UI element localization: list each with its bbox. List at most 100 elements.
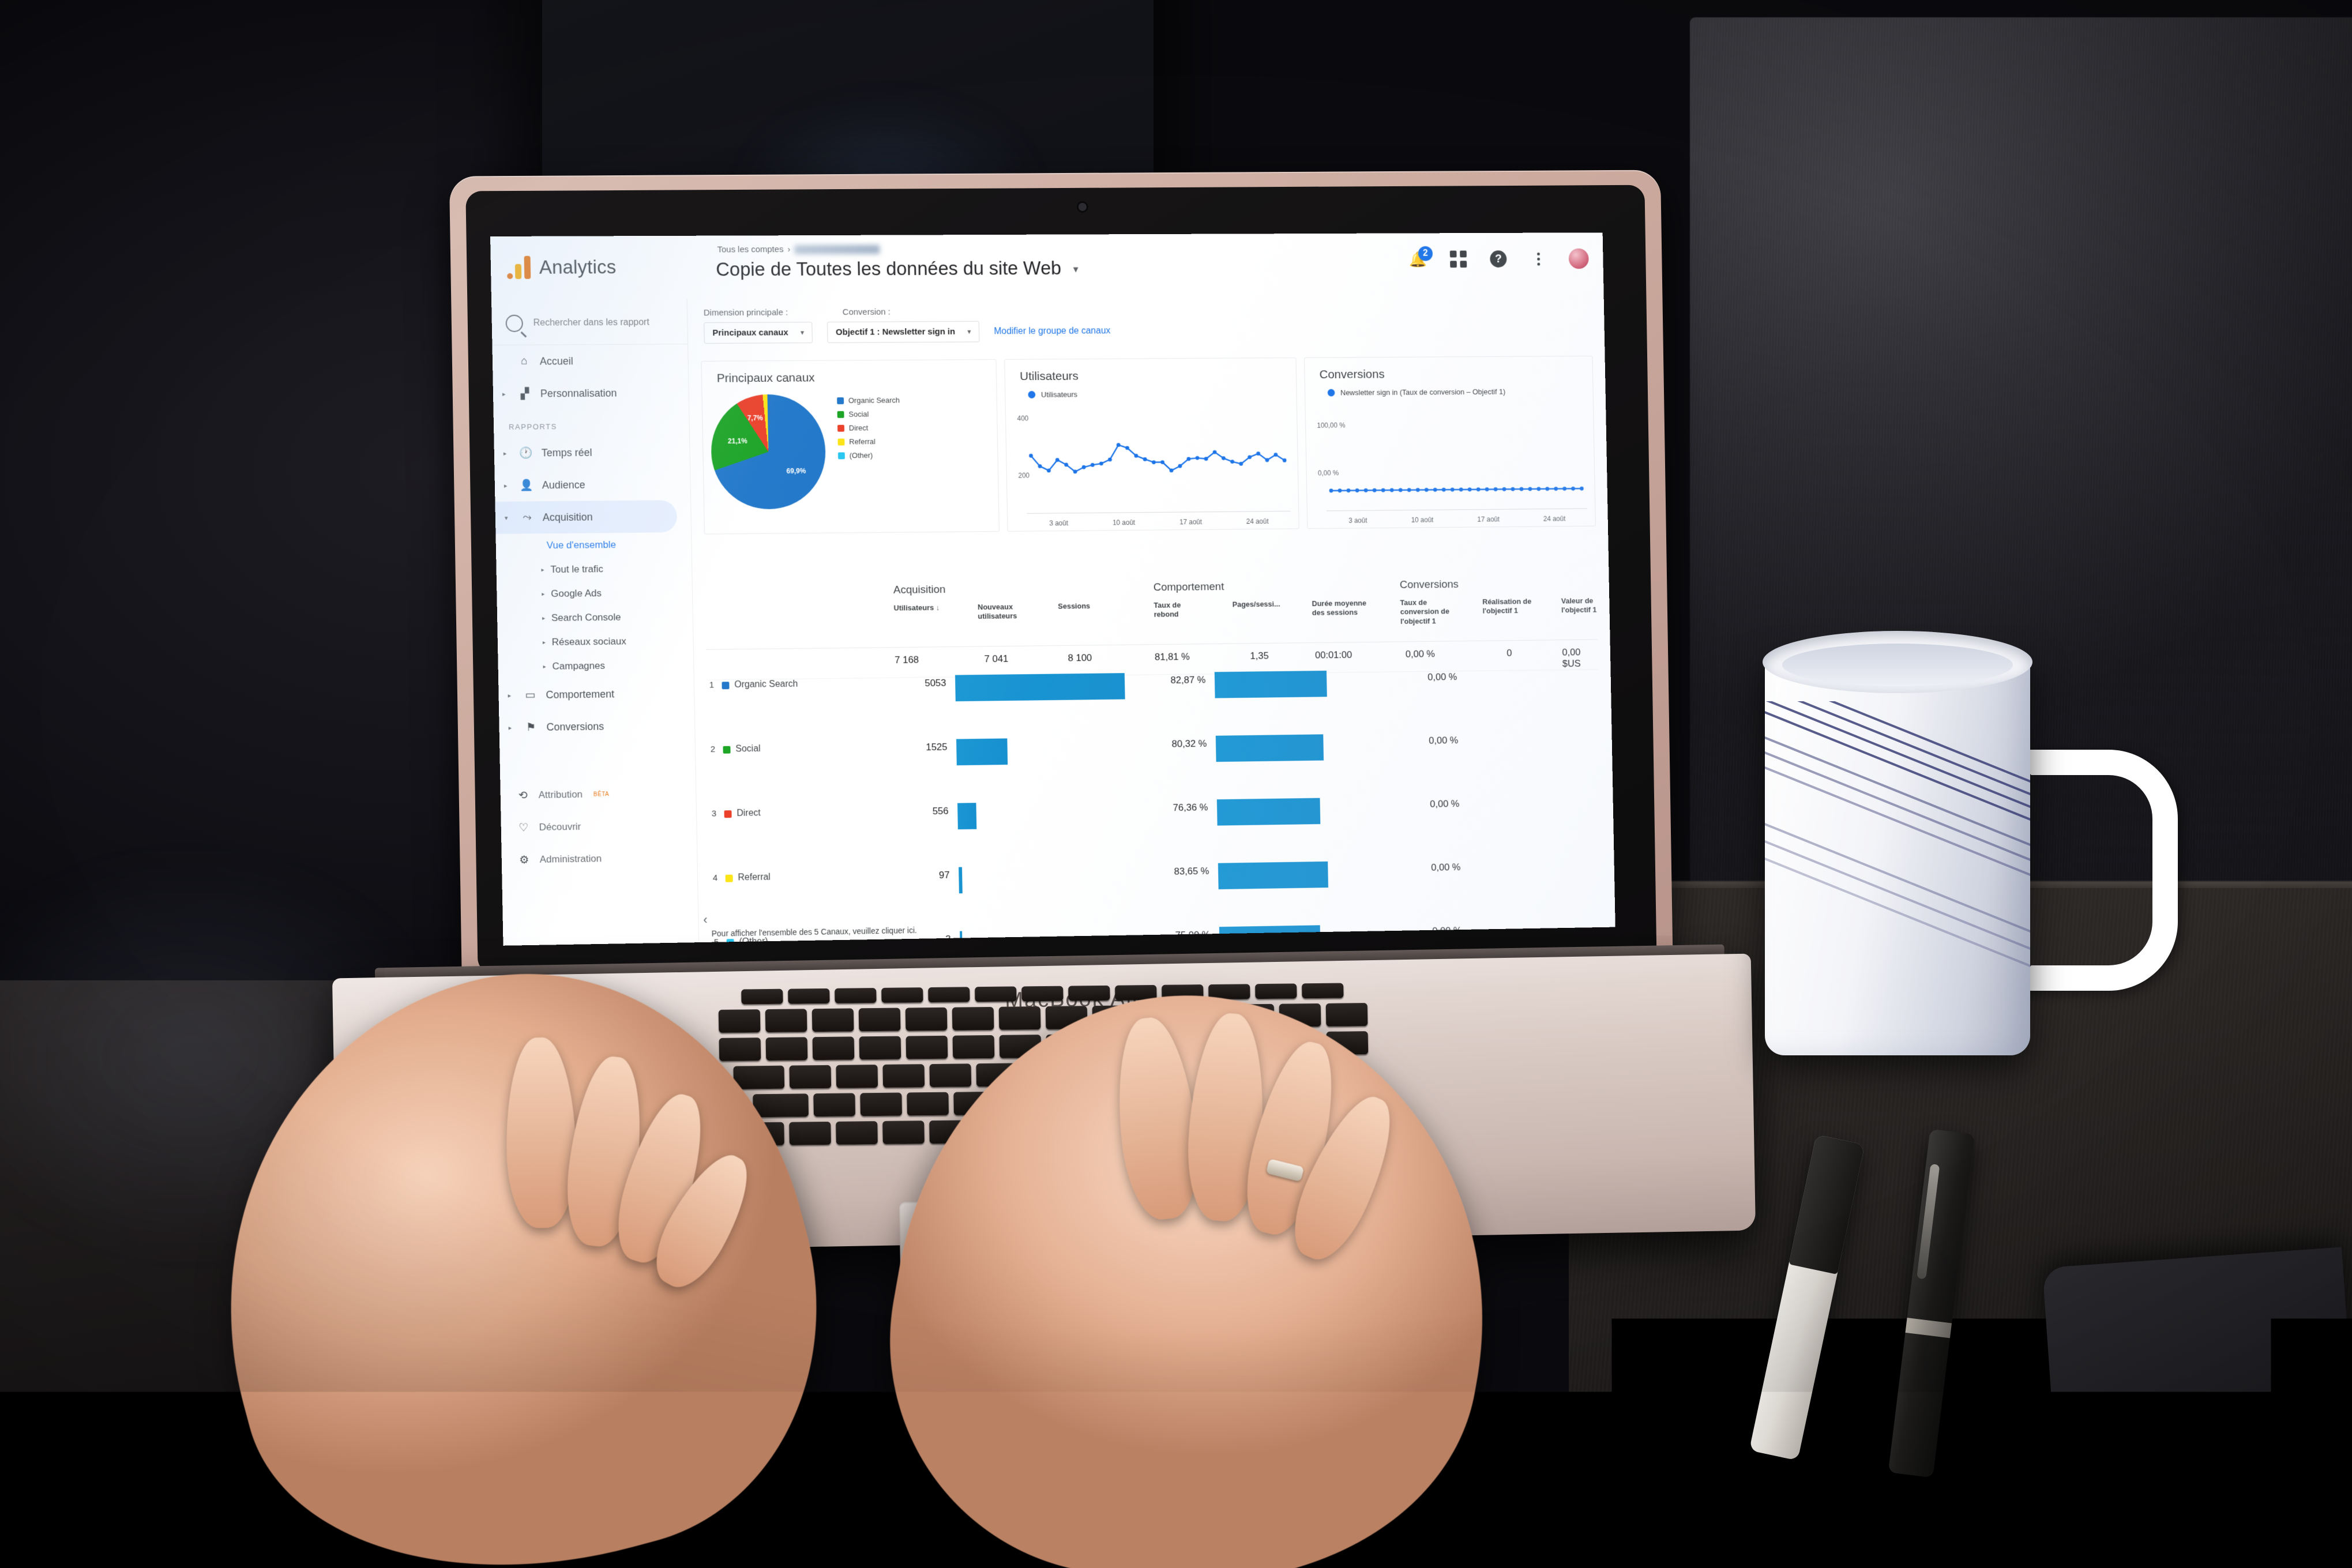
sidebar-item-campagnes[interactable]: ▸ Campagnes [498, 653, 693, 679]
brand[interactable]: Analytics [507, 255, 617, 279]
notifications-button[interactable]: 🔔 2 [1408, 250, 1427, 269]
edit-channel-group-link[interactable]: Modifier le groupe de canaux [994, 326, 1110, 337]
keyboard-key[interactable] [860, 1093, 902, 1116]
chevron-right-icon[interactable]: ▸ [508, 691, 514, 699]
keyboard-key[interactable] [1021, 986, 1063, 1002]
search-row[interactable] [491, 299, 687, 345]
breadcrumb[interactable]: Tous les comptes › [717, 245, 880, 255]
sidebar-item-search-console[interactable]: ▸ Search Console [497, 604, 693, 631]
col-taux-de-rebond[interactable]: Taux de rebond [1154, 600, 1205, 619]
row-channel-name[interactable]: Direct [737, 808, 761, 819]
keyboard-key[interactable] [882, 1064, 925, 1088]
chevron-down-icon[interactable]: ▾ [1073, 264, 1079, 276]
sidebar-item-administration[interactable]: ⚙ Administration [501, 841, 697, 877]
keyboard-key[interactable] [811, 1008, 854, 1032]
sidebar-item-conversions[interactable]: ▸ ⚑ Conversions [499, 709, 695, 744]
sidebar-item-audience[interactable]: ▸ 👤 Audience [494, 468, 690, 502]
sidebar-item-temps-reel[interactable]: ▸ 🕐 Temps réel [494, 435, 690, 469]
keyboard-key[interactable] [1325, 1003, 1367, 1026]
keyboard-key[interactable] [835, 988, 876, 1003]
keyboard-key[interactable] [907, 1092, 949, 1116]
keyboard-key[interactable] [753, 1093, 809, 1117]
sidebar-item-vue-densemble[interactable]: Vue d'ensemble [495, 532, 691, 558]
keyboard-key[interactable] [1302, 983, 1343, 999]
conversion-select[interactable]: Objectif 1 : Newsletter sign in ▾ [827, 321, 979, 343]
legend-item[interactable]: Referral [837, 437, 900, 446]
keyboard-key[interactable] [765, 1009, 807, 1032]
table-row[interactable]: 2 Social 1525 80,32 % 0,00 % [708, 733, 1601, 809]
keyboard-key[interactable] [906, 1036, 948, 1059]
keyboard-key[interactable] [812, 1036, 854, 1060]
col-realisation-objectif[interactable]: Réalisation de l'objectif 1 [1482, 597, 1549, 616]
keyboard-key[interactable] [975, 986, 1016, 1002]
row-channel-name[interactable]: Referral [738, 873, 771, 883]
dimension-select[interactable]: Principaux canaux ▾ [704, 322, 813, 344]
keyboard-key[interactable] [1068, 986, 1110, 1001]
chevron-right-icon[interactable]: ▸ [504, 449, 510, 457]
chevron-down-icon[interactable]: ▾ [505, 514, 512, 521]
col-valeur-objectif[interactable]: Valeur de l'objectif 1 [1561, 596, 1615, 615]
chevron-right-icon[interactable]: ▸ [502, 390, 509, 397]
sidebar-item-reseaux-sociaux[interactable]: ▸ Réseaux sociaux [498, 629, 693, 655]
chevron-right-icon[interactable]: ▸ [504, 482, 511, 489]
keyboard-key[interactable] [741, 989, 783, 1005]
table-row[interactable]: 1 Organic Search 5053 82,87 % 0,00 % [707, 670, 1600, 744]
search-input[interactable] [532, 317, 677, 329]
legend-item[interactable]: Organic Search [837, 396, 900, 405]
sidebar-item-accueil[interactable]: ⌂ Accueil [492, 344, 688, 378]
keyboard-key[interactable] [952, 1007, 994, 1031]
keyboard-key[interactable] [836, 1121, 878, 1145]
sidebar-item-google-ads[interactable]: ▸ Google Ads [497, 581, 692, 607]
row-channel-name[interactable]: Organic Search [734, 679, 798, 690]
keyboard-key[interactable] [859, 1036, 901, 1060]
sidebar-item-attribution[interactable]: ⟲ Attribution BÊTA [500, 777, 696, 812]
keyboard-key[interactable] [998, 1006, 1040, 1030]
keyboard-key[interactable] [813, 1093, 855, 1116]
col-sessions[interactable]: Sessions [1058, 601, 1109, 611]
keyboard-key[interactable] [719, 1037, 761, 1061]
keyboard-key[interactable] [858, 1008, 900, 1032]
help-button[interactable]: ? [1489, 249, 1508, 268]
apps-grid-button[interactable] [1449, 250, 1468, 269]
breadcrumb-account-blurred[interactable] [794, 245, 880, 254]
sidebar-item-personnalisation[interactable]: ▸ ▞ Personnalisation [493, 377, 689, 410]
keyboard-key[interactable] [929, 1063, 971, 1087]
avatar[interactable] [1569, 249, 1589, 269]
chevron-right-icon[interactable]: ▸ [508, 724, 515, 731]
sidebar-item-tout-le-trafic[interactable]: ▸ Tout le trafic [496, 556, 692, 582]
legend-item[interactable]: Direct [837, 423, 900, 433]
row-channel-name[interactable]: Social [735, 744, 760, 754]
sidebar-item-acquisition[interactable]: ▾ ⤳ Acquisition [495, 500, 677, 534]
legend-item[interactable]: Social [837, 409, 900, 419]
keyboard-key[interactable] [1255, 983, 1297, 999]
sidebar-item-comportement[interactable]: ▸ ▭ Comportement [498, 677, 694, 712]
keyboard-key[interactable] [788, 988, 829, 1004]
total-valeur-objectif: 0,00 $US [1562, 646, 1598, 670]
brand-name: Analytics [539, 256, 617, 278]
col-utilisateurs[interactable]: Utilisateurs ↓ [893, 603, 961, 613]
keyboard-key[interactable] [789, 1122, 831, 1145]
keyboard-key[interactable] [882, 1120, 925, 1144]
summary-cards: Principaux canaux 69,9% 21,1% 7,7% Organ… [701, 356, 1595, 535]
keyboard-key[interactable] [881, 987, 923, 1003]
photo-scene: Analytics Tous les comptes › Copie de To… [0, 0, 2352, 1568]
keyboard-key[interactable] [733, 1066, 784, 1089]
keyboard-key[interactable] [836, 1065, 878, 1088]
x-axis [1027, 511, 1290, 514]
more-options-button[interactable] [1529, 249, 1548, 268]
keyboard-key[interactable] [928, 987, 970, 1002]
breadcrumb-root[interactable]: Tous les comptes [717, 245, 784, 254]
keyboard-key[interactable] [789, 1065, 831, 1089]
col-pages-session[interactable]: Pages/sessi... [1233, 600, 1294, 610]
col-nouveaux-utilisateurs[interactable]: Nouveaux utilisateurs [978, 602, 1035, 621]
keyboard-key[interactable] [905, 1007, 947, 1031]
previous-page-icon[interactable]: ‹ [703, 912, 708, 927]
col-duree-moyenne[interactable]: Durée moyenne des sessions [1312, 599, 1378, 618]
keyboard-key[interactable] [718, 1009, 760, 1033]
keyboard-key[interactable] [952, 1035, 994, 1059]
legend-item[interactable]: (Other) [838, 451, 901, 460]
sidebar-item-decouvrir[interactable]: ♡ Découvrir [501, 809, 697, 844]
keyboard-key[interactable] [765, 1037, 807, 1061]
col-taux-conversion-objectif[interactable]: Taux de conversion de l'objectif 1 [1400, 597, 1466, 626]
page-title[interactable]: Copie de Toutes les données du site Web … [716, 257, 1079, 280]
